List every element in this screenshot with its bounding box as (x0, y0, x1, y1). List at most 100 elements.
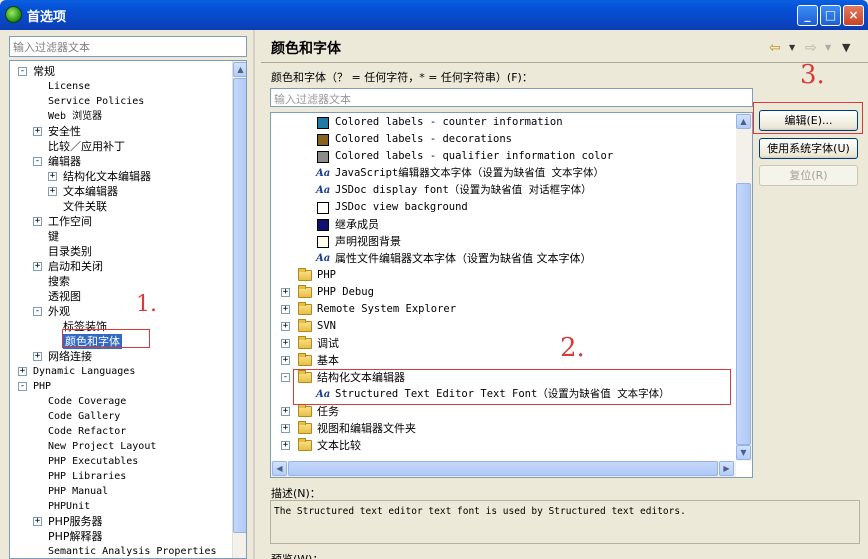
font-color-entry[interactable]: 继承成员 (271, 216, 733, 233)
expand-icon[interactable]: + (33, 127, 42, 136)
expand-icon[interactable]: + (281, 339, 290, 348)
tree-item[interactable]: Code Refactor (10, 424, 230, 439)
expand-icon[interactable]: + (18, 367, 27, 376)
preference-tree[interactable]: - 常规 License Service Policies Web 浏览器 + 安全性 比较／… (9, 60, 247, 559)
tree-item[interactable]: PHP Manual (10, 484, 230, 499)
view-menu-icon[interactable]: ▼ (842, 41, 850, 54)
tree-item[interactable]: 搜索 (10, 274, 230, 289)
close-button[interactable]: × (843, 5, 864, 26)
tree-item[interactable]: - 编辑器 (10, 154, 230, 169)
tree-item-label: Dynamic Languages (33, 366, 136, 377)
collapse-icon[interactable]: - (281, 373, 290, 382)
tree-item[interactable]: - 常规 (10, 64, 230, 79)
scroll-thumb[interactable] (233, 78, 246, 533)
tree-item[interactable]: + PHP服务器 (10, 514, 230, 529)
tree-item[interactable]: PHP Libraries (10, 469, 230, 484)
scroll-right-arrow-icon[interactable]: ▶ (719, 461, 734, 476)
tree-item[interactable]: 目录类别 (10, 244, 230, 259)
colors-fonts-tree[interactable]: Colored labels - counter information Colo… (270, 112, 753, 478)
font-category[interactable]: + 视图和编辑器文件夹 (271, 420, 733, 437)
collapse-icon[interactable]: - (33, 157, 42, 166)
tree-item-label: New Project Layout (48, 441, 157, 452)
tree-item[interactable]: Code Coverage (10, 394, 230, 409)
expand-icon[interactable]: + (281, 424, 290, 433)
font-category[interactable]: + 基本 (271, 352, 733, 369)
expand-icon[interactable]: + (281, 407, 290, 416)
collapse-icon[interactable]: - (33, 307, 42, 316)
font-category[interactable]: + PHP Debug (271, 284, 733, 301)
font-category[interactable]: + 调试 (271, 335, 733, 352)
expand-icon[interactable]: + (48, 187, 57, 196)
scroll-up-arrow-icon[interactable]: ▲ (233, 62, 246, 77)
entry-label: 文本比较 (317, 439, 361, 452)
title-bar[interactable]: 首选项 _ □ × (0, 0, 868, 30)
splitter[interactable] (253, 30, 255, 559)
expand-icon[interactable]: + (281, 288, 290, 297)
tree-item[interactable]: PHP Executables (10, 454, 230, 469)
tree-item[interactable]: + 安全性 (10, 124, 230, 139)
tree-item[interactable]: + 启动和关闭 (10, 259, 230, 274)
tree-item[interactable]: 透视图 (10, 289, 230, 304)
tree-item[interactable]: 比较／应用补丁 (10, 139, 230, 154)
font-color-entry[interactable]: Aa 属性文件编辑器文本字体（设置为缺省值 文本字体） (271, 250, 733, 267)
tree-item[interactable]: + Dynamic Languages (10, 364, 230, 379)
font-color-entry[interactable]: 声明视图背景 (271, 233, 733, 250)
tree-item[interactable]: + 结构化文本编辑器 (10, 169, 230, 184)
tree-item[interactable]: Code Gallery (10, 409, 230, 424)
back-dropdown-icon[interactable]: ▼ (789, 43, 795, 52)
maximize-button[interactable]: □ (820, 5, 841, 26)
scroll-left-arrow-icon[interactable]: ◀ (272, 461, 287, 476)
fonts-horizontal-scrollbar[interactable]: ◀ ▶ (271, 461, 736, 477)
expand-icon[interactable]: + (33, 217, 42, 226)
forward-dropdown-icon[interactable]: ▼ (825, 43, 831, 52)
collapse-icon[interactable]: - (18, 382, 27, 391)
font-category[interactable]: + SVN (271, 318, 733, 335)
tree-item[interactable]: Service Policies (10, 94, 230, 109)
font-category[interactable]: + Remote System Explorer (271, 301, 733, 318)
expand-icon[interactable]: + (33, 352, 42, 361)
tree-item[interactable]: New Project Layout (10, 439, 230, 454)
left-filter-input[interactable]: 输入过滤器文本 (9, 36, 247, 57)
scroll-up-arrow-icon[interactable]: ▲ (736, 114, 751, 129)
expand-icon[interactable]: + (33, 262, 42, 271)
expand-icon[interactable]: + (281, 305, 290, 314)
font-category[interactable]: + 任务 (271, 403, 733, 420)
tree-item[interactable]: + 文本编辑器 (10, 184, 230, 199)
font-color-entry[interactable]: JSDoc view background (271, 199, 733, 216)
forward-arrow-icon[interactable]: ⇨ (805, 40, 817, 56)
tree-item[interactable]: Web 浏览器 (10, 109, 230, 124)
back-arrow-icon[interactable]: ⇦ (769, 40, 781, 56)
left-tree-scrollbar[interactable]: ▲ (232, 61, 246, 558)
right-filter-input[interactable]: 输入过滤器文本 (270, 88, 753, 107)
tree-item[interactable]: + 网络连接 (10, 349, 230, 364)
expand-icon[interactable]: + (281, 441, 290, 450)
tree-item[interactable]: License (10, 79, 230, 94)
expand-icon[interactable]: + (33, 517, 42, 526)
font-color-entry[interactable]: Aa JSDoc display font（设置为缺省值 对话框字体） (271, 182, 733, 199)
scroll-down-arrow-icon[interactable]: ▼ (736, 445, 751, 460)
minimize-button[interactable]: _ (797, 5, 818, 26)
collapse-icon[interactable]: - (18, 67, 27, 76)
tree-item[interactable]: - PHP (10, 379, 230, 394)
font-color-entry[interactable]: Colored labels - counter information (271, 114, 733, 131)
expand-icon[interactable]: + (48, 172, 57, 181)
tree-item[interactable]: 键 (10, 229, 230, 244)
font-color-entry[interactable]: Colored labels - qualifier information c… (271, 148, 733, 165)
reset-button[interactable]: 复位(R) (759, 165, 858, 186)
expand-icon[interactable]: + (281, 322, 290, 331)
scroll-thumb[interactable] (288, 461, 718, 476)
font-color-entry[interactable]: Colored labels - decorations (271, 131, 733, 148)
expand-icon[interactable]: + (281, 356, 290, 365)
tree-item[interactable]: + 工作空间 (10, 214, 230, 229)
fonts-vertical-scrollbar[interactable]: ▲ ▼ (736, 113, 752, 461)
font-color-entry[interactable]: Aa JavaScript编辑器文本字体（设置为缺省值 文本字体） (271, 165, 733, 182)
tree-item[interactable]: PHPUnit (10, 499, 230, 514)
tree-item[interactable]: PHP解释器 (10, 529, 230, 544)
tree-item[interactable]: Semantic Analysis Properties (10, 544, 230, 558)
tree-item[interactable]: - 外观 (10, 304, 230, 319)
tree-item[interactable]: 文件关联 (10, 199, 230, 214)
font-category[interactable]: + 文本比较 (271, 437, 733, 454)
font-category[interactable]: PHP (271, 267, 733, 284)
use-system-font-button[interactable]: 使用系统字体(U) (759, 138, 858, 159)
scroll-thumb[interactable] (736, 183, 751, 445)
